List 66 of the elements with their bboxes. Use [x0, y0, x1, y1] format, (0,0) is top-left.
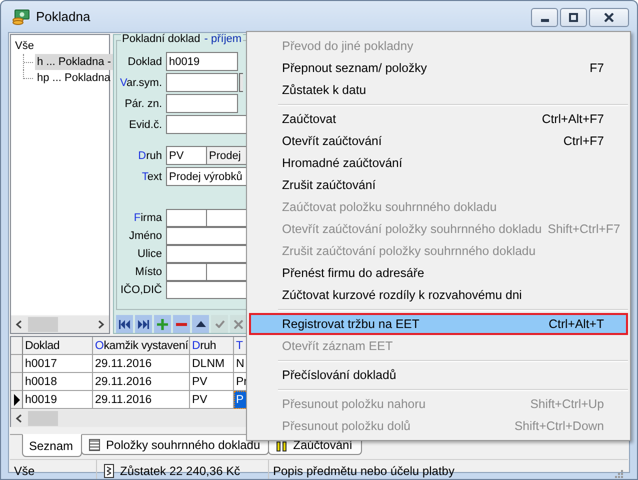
- menu-item[interactable]: Zůstatek k datu: [249, 79, 628, 101]
- shortcut-text: Shift+Ctrl+F7: [546, 222, 620, 236]
- status-text: Zůstatek 22 240,36 Kč: [120, 464, 240, 478]
- field-label: Druh: [137, 150, 162, 162]
- menu-item-label: Hromadné zaúčtování: [282, 156, 402, 170]
- shortcut-text: Ctrl+F7: [562, 134, 604, 148]
- column-header[interactable]: Okamžik vystavení: [93, 337, 190, 355]
- menu-item-label: Zrušit zaúčtování položky souhrnného dokladu: [282, 244, 536, 258]
- menu-item[interactable]: Zaúčtovat Ctrl+Alt+F7: [249, 108, 628, 130]
- status-text: Popis předmětu nebo účelu platby: [273, 464, 454, 478]
- table-cell: 29.11.2016: [93, 373, 190, 391]
- tree-item[interactable]: hp ... Pokladna: [35, 70, 112, 86]
- shortcut-text: F7: [588, 61, 604, 75]
- menu-item[interactable]: Přepnout seznam/ položky F7: [249, 57, 628, 79]
- menu-item-label: Zrušit zaúčtování: [282, 178, 376, 192]
- tab[interactable]: Položky souhrnného dokladu: [81, 435, 270, 455]
- menu-item[interactable]: Zrušit zaúčtování: [249, 174, 628, 196]
- menu-item[interactable]: Hromadné zaúčtování: [249, 152, 628, 174]
- menu-item[interactable]: Přenést firmu do adresáře: [249, 262, 628, 284]
- column-header[interactable]: Druh: [190, 337, 234, 355]
- field-label: Firma: [132, 212, 162, 224]
- menu-item-label: Převod do jiné pokladny: [282, 39, 414, 53]
- table-cell: PV: [190, 373, 234, 391]
- column-header[interactable]: Doklad: [23, 337, 93, 355]
- window-title: Pokladna: [36, 9, 90, 24]
- field-label: Doklad: [126, 56, 162, 68]
- tab[interactable]: Seznam: [22, 434, 82, 457]
- shortcut-text: Shift+Ctrl+Down: [513, 419, 604, 433]
- menu-item-label: Registrovat tržbu na EET: [282, 317, 420, 331]
- field-label: Pár. zn.: [124, 98, 162, 110]
- table-cell: 29.11.2016: [93, 355, 190, 373]
- field-label: Evid.č.: [128, 118, 162, 130]
- field-label: IČO,DIČ: [119, 284, 162, 296]
- menu-item[interactable]: Otevřít zaúčtování Ctrl+F7: [249, 130, 628, 152]
- menu-item-label: Otevřít zaúčtování položky souhrnného dokladu: [282, 222, 542, 236]
- menu-item[interactable]: Registrovat tržbu na EET Ctrl+Alt+T: [249, 313, 628, 335]
- menu-item-label: Zúčtovat kurzové rozdíly k rozvahovému dni: [282, 288, 522, 302]
- shortcut-text: Shift+Ctrl+Up: [529, 397, 604, 411]
- table-cell: h0017: [23, 355, 93, 373]
- document-mode: - příjem: [204, 33, 242, 45]
- group-title: Pokladní doklad: [122, 33, 200, 45]
- field-label: Jméno: [128, 230, 162, 242]
- menu-item-label: Přepnout seznam/ položky: [282, 61, 427, 75]
- menu-item[interactable]: Zúčtovat kurzové rozdíly k rozvahovému dni: [249, 284, 628, 306]
- field-label: Text: [140, 170, 162, 182]
- menu-item-label: Otevřít záznam EET: [282, 339, 393, 353]
- menu-item-label: Zaúčtovat položku souhrnného dokladu: [282, 200, 497, 214]
- field-label: Místo: [134, 266, 162, 278]
- field-label: Var.sym.: [119, 76, 162, 88]
- table-cell: h0018: [23, 373, 93, 391]
- menu-item-label: Zůstatek k datu: [282, 83, 366, 97]
- menu-item-label: Přenést firmu do adresáře: [282, 266, 424, 280]
- input-field[interactable]: h0019: [166, 52, 238, 71]
- menu-item-label: Přečíslování dokladů: [282, 368, 396, 382]
- table-cell: DLNM: [190, 355, 234, 373]
- input-field[interactable]: PV: [166, 146, 207, 165]
- shortcut-text: Ctrl+Alt+F7: [540, 112, 604, 126]
- shortcut-text: Ctrl+Alt+T: [548, 317, 604, 331]
- menu-item-label: Přesunout položku nahoru: [282, 397, 426, 411]
- status-text: Vše: [14, 464, 35, 478]
- tree-item[interactable]: Vše: [13, 38, 36, 54]
- menu-item-label: Zaúčtovat: [282, 112, 336, 126]
- menu-item-label: Otevřít zaúčtování: [282, 134, 382, 148]
- menu-item-label: Přesunout položku dolů: [282, 419, 411, 433]
- field-label: Ulice: [136, 248, 162, 260]
- tree-item[interactable]: h ... Pokladna -: [35, 54, 113, 70]
